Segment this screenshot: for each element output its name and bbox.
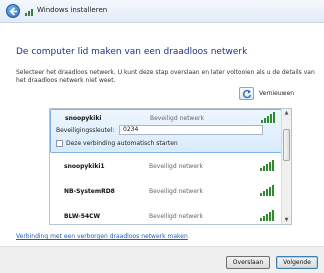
instructions-text: Selecteer het draadloos netwerk. U kunt … bbox=[16, 69, 315, 84]
network-name: BLW-54CW bbox=[64, 213, 101, 220]
scroll-thumb[interactable] bbox=[283, 129, 290, 161]
back-button[interactable] bbox=[6, 4, 20, 18]
network-name: snoopykiki1 bbox=[64, 163, 105, 170]
network-item[interactable]: BLW-54CW Beveiligd netwerk bbox=[50, 204, 282, 224]
network-status: Beveiligd netwerk bbox=[150, 115, 204, 122]
refresh-label[interactable]: Vernieuwen bbox=[259, 90, 294, 97]
footer-bar: Overslaan Volgende bbox=[0, 246, 324, 273]
network-status: Beveiligd netwerk bbox=[149, 213, 203, 220]
signal-strength-icon bbox=[261, 112, 275, 123]
title-bar: Windows installeren bbox=[0, 0, 324, 23]
network-list[interactable]: snoopykiki Beveiligd netwerk Beveiliging… bbox=[49, 108, 292, 225]
page-heading: De computer lid maken van een draadloos … bbox=[16, 47, 248, 57]
scroll-up-arrow-icon[interactable]: ▲ bbox=[282, 109, 291, 117]
network-item[interactable]: NB-SystemRD8 Beveiligd netwerk bbox=[50, 179, 282, 204]
network-name: snoopykiki bbox=[65, 115, 102, 122]
signal-strength-icon bbox=[260, 210, 274, 221]
signal-strength-icon bbox=[260, 185, 274, 196]
auto-connect-label[interactable]: Deze verbinding automatisch starten bbox=[66, 140, 178, 147]
refresh-button[interactable] bbox=[239, 87, 254, 100]
network-name: NB-SystemRD8 bbox=[64, 188, 115, 195]
network-status: Beveiligd netwerk bbox=[149, 188, 203, 195]
wireless-network-icon bbox=[25, 9, 33, 16]
refresh-icon bbox=[242, 89, 252, 99]
back-arrow-icon bbox=[9, 7, 18, 16]
security-key-input[interactable]: 0234 bbox=[119, 125, 263, 135]
next-button[interactable]: Volgende bbox=[276, 256, 318, 269]
network-item-selected[interactable]: snoopykiki Beveiligd netwerk Beveiliging… bbox=[50, 109, 282, 153]
security-key-label: Beveiligingssleutel: bbox=[56, 127, 115, 134]
hidden-network-link[interactable]: Verbinding met een verborgen draadloos n… bbox=[16, 233, 188, 240]
scroll-down-arrow-icon[interactable]: ▼ bbox=[282, 216, 291, 224]
network-item[interactable]: snoopykiki1 Beveiligd netwerk bbox=[50, 154, 282, 179]
signal-strength-icon bbox=[260, 160, 274, 171]
network-status: Beveiligd netwerk bbox=[149, 163, 203, 170]
skip-button[interactable]: Overslaan bbox=[226, 256, 270, 269]
auto-connect-checkbox[interactable] bbox=[56, 140, 63, 147]
window-title: Windows installeren bbox=[37, 6, 108, 14]
list-scrollbar[interactable]: ▲ ▼ bbox=[281, 109, 291, 224]
